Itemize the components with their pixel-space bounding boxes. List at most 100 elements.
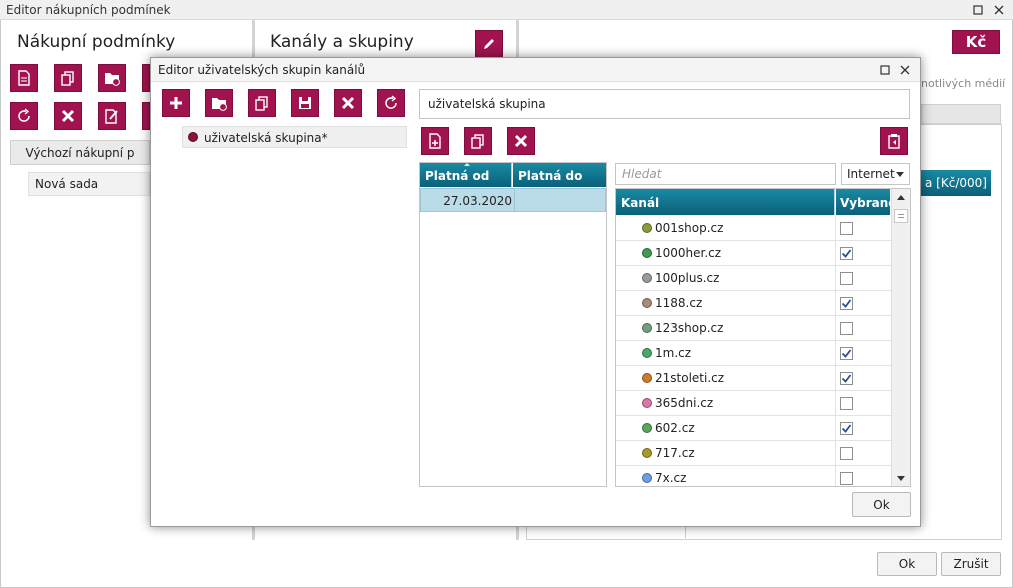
- window-title: Editor nákupních podmínek: [6, 3, 171, 17]
- channel-color-dot: [642, 398, 652, 408]
- validity-header-from[interactable]: Platná od: [420, 163, 512, 187]
- channel-color-dot: [642, 298, 652, 308]
- close-icon[interactable]: [991, 2, 1007, 18]
- channel-color-dot: [642, 223, 652, 233]
- group-list-item[interactable]: uživatelská skupina*: [182, 126, 407, 148]
- hidden-toolbar-button-2[interactable]: [142, 102, 150, 130]
- channel-row[interactable]: 602.cz: [616, 416, 891, 441]
- channel-row[interactable]: 21stoleti.cz: [616, 366, 891, 391]
- channel-cell-divider: [835, 316, 836, 341]
- window-titlebar: Editor nákupních podmínek: [0, 0, 1013, 20]
- channel-selected-checkbox[interactable]: [840, 347, 853, 360]
- channel-name: 100plus.cz: [655, 271, 720, 285]
- edit-document-button[interactable]: [98, 102, 126, 130]
- validity-header-to[interactable]: Platná do: [513, 163, 606, 187]
- channel-cell-divider: [835, 416, 836, 441]
- add-folder-group-button[interactable]: [205, 89, 233, 117]
- channel-color-dot: [642, 248, 652, 258]
- refresh-group-button[interactable]: [377, 89, 405, 117]
- channel-color-dot: [642, 323, 652, 333]
- delete-group-button[interactable]: [334, 89, 362, 117]
- channel-row[interactable]: 717.cz: [616, 441, 891, 466]
- channel-cell-divider: [835, 241, 836, 266]
- channel-name: 21stoleti.cz: [655, 371, 725, 385]
- channel-row[interactable]: 1188.cz: [616, 291, 891, 316]
- channel-name: 1m.cz: [655, 346, 692, 360]
- channels-scrollbar[interactable]: [891, 189, 910, 486]
- channel-search-input[interactable]: Hledat: [615, 163, 836, 185]
- channel-cell-divider: [835, 341, 836, 366]
- channel-row[interactable]: 365dni.cz: [616, 391, 891, 416]
- right-pane-tabstrip: [921, 104, 1001, 124]
- channel-color-dot: [642, 473, 652, 483]
- validity-grid: Platná od Platná do 27.03.2020: [419, 162, 607, 487]
- copy-button[interactable]: [54, 64, 82, 92]
- scroll-up-icon[interactable]: [897, 195, 905, 200]
- edit-groups-button[interactable]: [475, 30, 503, 58]
- copy-group-button[interactable]: [248, 89, 276, 117]
- channel-selected-checkbox[interactable]: [840, 222, 853, 235]
- channel-selected-checkbox[interactable]: [840, 422, 853, 435]
- channel-selected-checkbox[interactable]: [840, 322, 853, 335]
- channel-selected-checkbox[interactable]: [840, 447, 853, 460]
- channel-row[interactable]: 1m.cz: [616, 341, 891, 366]
- channel-row[interactable]: 100plus.cz: [616, 266, 891, 291]
- checkmark-icon: [841, 424, 852, 433]
- add-group-button[interactable]: [162, 89, 190, 117]
- list-item[interactable]: Nová sada: [28, 172, 150, 196]
- channel-name: 717.cz: [655, 446, 695, 460]
- channel-name: 365dni.cz: [655, 396, 714, 410]
- add-validity-button[interactable]: [421, 127, 449, 155]
- channels-grid: Kanál Vybrané 001shop.cz 1000her.cz 100plu…: [615, 188, 911, 487]
- checkmark-icon: [841, 349, 852, 358]
- channel-color-dot: [642, 273, 652, 283]
- ok-button[interactable]: Ok: [877, 552, 937, 576]
- channel-selected-checkbox[interactable]: [840, 297, 853, 310]
- channel-header-selected[interactable]: Vybrané: [836, 189, 896, 215]
- save-group-button[interactable]: [291, 89, 319, 117]
- delete-validity-button[interactable]: [507, 127, 535, 155]
- channel-header-name[interactable]: Kanál: [616, 189, 835, 215]
- add-folder-button[interactable]: [98, 64, 126, 92]
- channel-name: 602.cz: [655, 421, 695, 435]
- middle-pane-title: Kanály a skupiny: [270, 32, 414, 52]
- default-conditions-button[interactable]: Výchozí nákupní p: [10, 140, 150, 165]
- delete-button[interactable]: [54, 102, 82, 130]
- channel-color-dot: [642, 373, 652, 383]
- scroll-thumb[interactable]: [894, 209, 908, 223]
- new-document-button[interactable]: [10, 64, 38, 92]
- dialog-close-icon[interactable]: [897, 62, 913, 78]
- group-name-input[interactable]: uživatelská skupina: [419, 89, 910, 119]
- maximize-icon[interactable]: [970, 2, 986, 18]
- paste-button[interactable]: [880, 127, 908, 155]
- dialog-ok-button[interactable]: Ok: [852, 492, 911, 517]
- copy-validity-button[interactable]: [464, 127, 492, 155]
- dialog-titlebar: Editor uživatelských skupin kanálů: [151, 58, 920, 82]
- dialog-maximize-icon[interactable]: [877, 62, 893, 78]
- channel-name: 1188.cz: [655, 296, 703, 310]
- channel-cell-divider: [835, 466, 836, 486]
- channel-selected-checkbox[interactable]: [840, 272, 853, 285]
- channel-selected-checkbox[interactable]: [840, 397, 853, 410]
- channel-color-dot: [642, 448, 652, 458]
- cancel-button[interactable]: Zrušit: [941, 552, 1001, 576]
- channel-selected-checkbox[interactable]: [840, 372, 853, 385]
- channel-cell-divider: [835, 366, 836, 391]
- refresh-button[interactable]: [10, 102, 38, 130]
- validity-from-cell: 27.03.2020: [443, 194, 512, 208]
- checkmark-icon: [841, 249, 852, 258]
- channel-group-dialog: Editor uživatelských skupin kanálů uživa…: [150, 57, 921, 527]
- channel-selected-checkbox[interactable]: [840, 247, 853, 260]
- channel-row[interactable]: 7x.cz: [616, 466, 891, 486]
- scroll-down-icon[interactable]: [897, 476, 905, 481]
- media-type-select[interactable]: Internet: [841, 163, 910, 185]
- channel-row[interactable]: 123shop.cz: [616, 316, 891, 341]
- channel-selected-checkbox[interactable]: [840, 472, 853, 485]
- validity-cell-divider: [514, 189, 515, 211]
- validity-row[interactable]: 27.03.2020: [420, 188, 606, 212]
- channel-row[interactable]: 001shop.cz: [616, 216, 891, 241]
- group-color-dot: [188, 132, 198, 142]
- hidden-toolbar-button[interactable]: [142, 64, 150, 92]
- channel-row[interactable]: 1000her.cz: [616, 241, 891, 266]
- currency-button[interactable]: Kč: [952, 30, 1000, 54]
